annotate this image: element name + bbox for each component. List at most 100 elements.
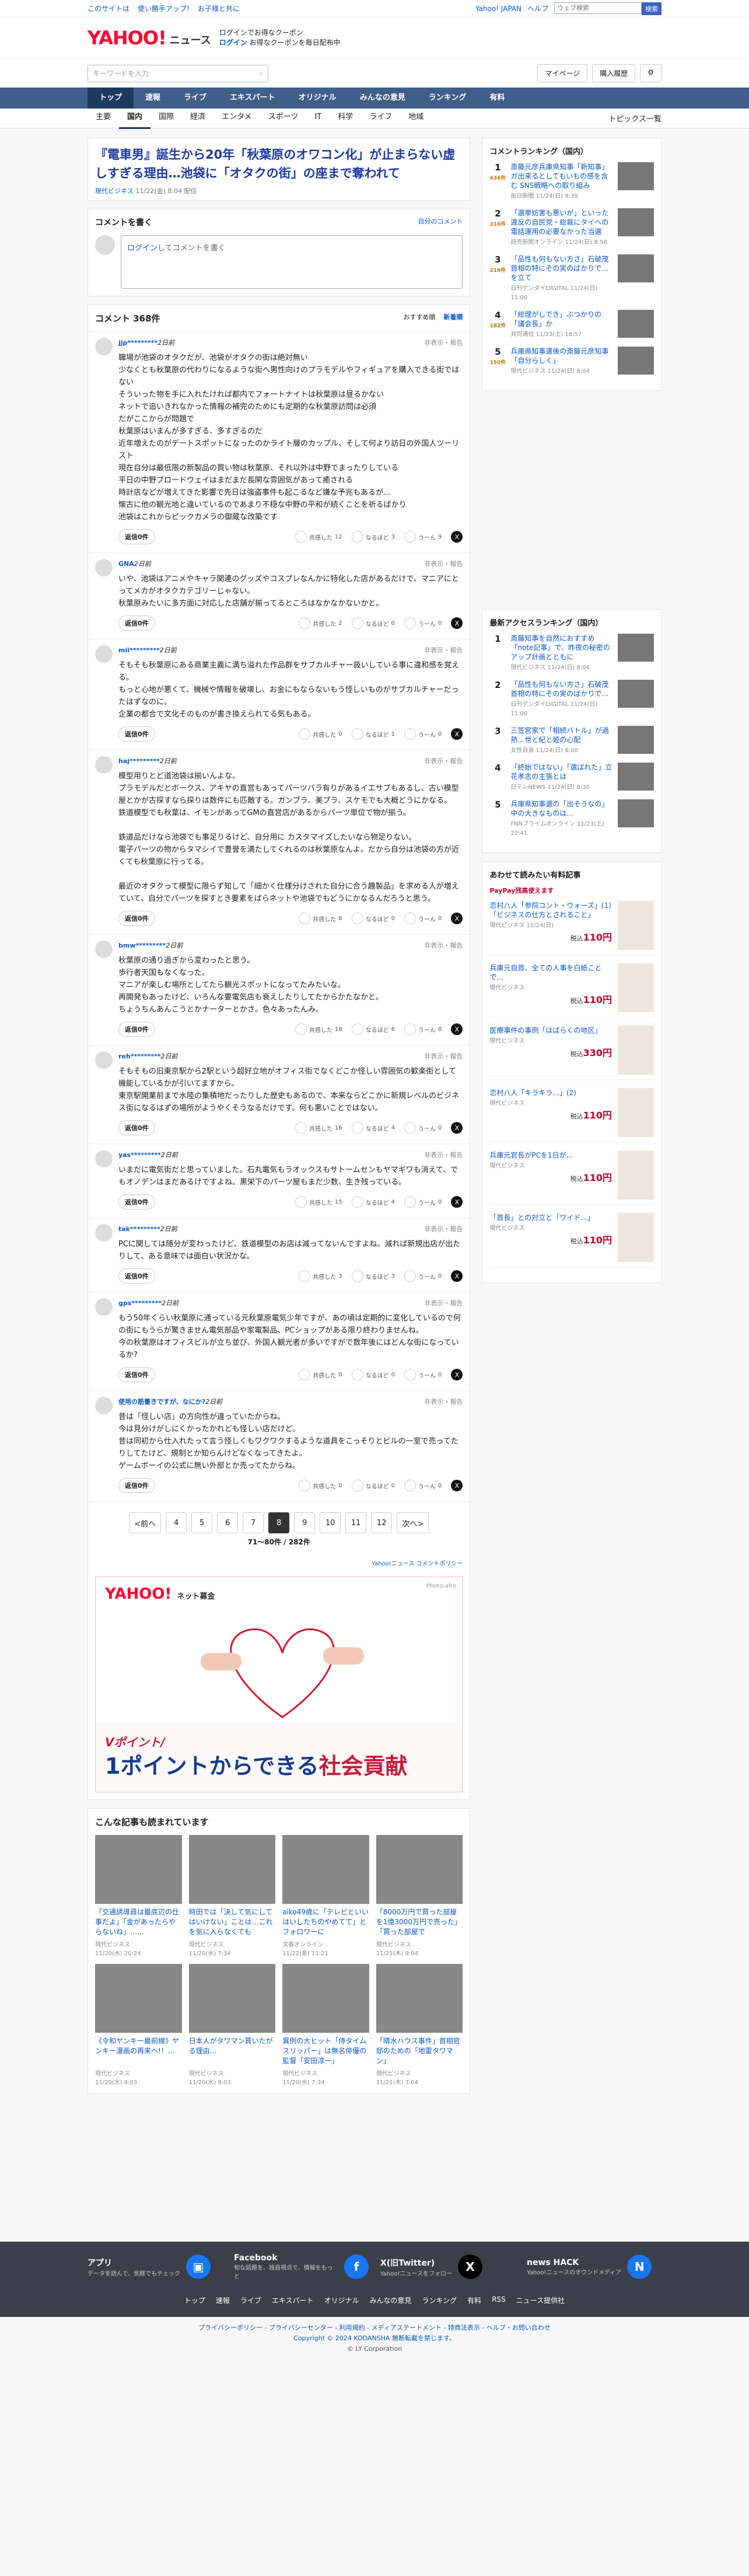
comment-user[interactable]: GNA [118, 560, 134, 568]
related-title[interactable]: 「晴水ハウス事件」首相官邸のための「地雷タワマン」 [376, 2036, 463, 2067]
paid-article-title[interactable]: 恋村八人「キラキラ...」(2) [489, 1088, 612, 1097]
reply-button[interactable]: 返信0件 [118, 1478, 155, 1493]
pager-prev[interactable]: <前へ [129, 1512, 162, 1533]
reaction-think-button[interactable]: なるほど 0 [351, 913, 395, 924]
rank-title[interactable]: 斎藤元彦兵庫県知事「新知事」ガ出来るとしてもいもの感を含む SNS戦略への取り組… [510, 162, 613, 190]
related-item[interactable]: 《令和ヤンキー最前線》ヤンキー漫画の再来へ!！… 現代ビジネス 11/20(水) 8… [95, 1964, 182, 2086]
yahoo-news-logo[interactable]: YAHOO! ニュース [88, 29, 211, 47]
topics-list-link[interactable]: トピックス一覧 [608, 113, 662, 124]
gnav-item[interactable]: みんなの意見 [348, 88, 417, 109]
web-search-input[interactable] [554, 2, 642, 14]
rank-title[interactable]: 「品性も何もない方さ」石破茂首相の特にその実のばかりで…を立て [510, 254, 613, 282]
paid-article[interactable]: 「首長」との対立と「ワイド...」 現代ビジネス 税込110円 [489, 1213, 654, 1267]
related-item[interactable]: 「交通誘導員は最底辺の仕事だよ」「金があったらやらないね」…… 現代ビジネス 11/… [95, 1835, 182, 1957]
comment-user[interactable]: jjp********* [118, 339, 158, 347]
mypage-button[interactable]: マイページ [537, 64, 588, 82]
subnav-item[interactable]: スポーツ [260, 107, 307, 129]
article-source[interactable]: 現代ビジネス [95, 187, 134, 195]
x-share-icon[interactable]: X [451, 1023, 463, 1035]
reaction-think-button[interactable]: なるほど 0 [351, 617, 395, 629]
paid-article-text[interactable]: 兵庫元自首、全ての人事を白紙ことで... 現代ビジネス 税込110円 [489, 963, 612, 1012]
reaction-think-button[interactable]: なるほど 0 [351, 1369, 395, 1380]
comment-user[interactable]: reh********* [118, 1053, 161, 1060]
reaction-ask-button[interactable]: うーん 0 [404, 1023, 442, 1035]
report-link[interactable]: 非表示・報告 [424, 645, 463, 655]
footer-nav-item[interactable]: 速報 [216, 2295, 230, 2305]
footer-app[interactable]: Facebook 旬な話題を、独自視点で、情報をもっと f [234, 2253, 369, 2280]
gear-icon[interactable]: ⚙ [640, 64, 662, 82]
pager-page[interactable]: 8 [268, 1512, 290, 1533]
related-title[interactable]: 日本人がタワマン買いたがる理由… [189, 2036, 276, 2067]
rank-title[interactable]: 三笠宮家で「相続バトル」が過熱…世と紀と姫の心配 [510, 726, 613, 745]
footer-nav-item[interactable]: トップ [184, 2295, 205, 2305]
paid-article[interactable]: 恋村八人「参院コント・ウォーズ」(1)「ビジネスの仕方とされること」 現代ビジネス… [489, 901, 654, 955]
footer-app[interactable]: news HACK Yahoo!ニュースのオウンドメディア N [527, 2253, 662, 2280]
comment-input[interactable]: ログインしてコメントを書く [121, 235, 463, 289]
rank-text[interactable]: 三笠宮家で「相続バトル」が過熱…世と紀と姫の心配 女性自身 11/24(日) 6:… [510, 726, 613, 756]
x-share-icon[interactable]: X [451, 531, 463, 543]
footer-links[interactable]: プライバシーポリシー - プライバシーセンター - 利用規約 - メディアステー… [6, 2323, 743, 2333]
report-link[interactable]: 非表示・報告 [424, 1397, 463, 1406]
reaction-support-button[interactable]: 共感した 16 [295, 1122, 342, 1134]
x-share-icon[interactable]: X [451, 617, 463, 629]
rank-text[interactable]: 「品性も何もない方さ」石破茂首相の特にその実のばかりで…を立て 日刊ゲンダイDIG… [510, 254, 613, 303]
paid-article-text[interactable]: 医療事件の事例「はばらくの地区」 現代ビジネス 税込330円 [489, 1026, 612, 1075]
footer-app[interactable]: アプリ データを読んで、気軽でもチェック ▣ [88, 2253, 222, 2280]
comment-policy-link[interactable]: Yahoo!ニュース コメントポリシー [88, 1554, 470, 1572]
footer-nav-item[interactable]: ライブ [240, 2295, 261, 2305]
rank-text[interactable]: 「終始ではない」「選ばれた」立花孝志の主張とは 日テレNEWS 11/24(日) … [510, 763, 613, 792]
report-link[interactable]: 非表示・報告 [424, 941, 463, 950]
sort-newest[interactable]: 新着順 [443, 312, 463, 324]
rank-text[interactable]: 「品性も何もない方さ」石破茂首相の特にその実のばかりで… 日刊ゲンダイDIGITA… [510, 680, 613, 719]
rank-title[interactable]: 「終始ではない」「選ばれた」立花孝志の主張とは [510, 763, 613, 781]
rank-text[interactable]: 斎藤知事を自然におすすめ「note記事」で、昨夜の秘密のアップ計画とともに 現代ビ… [510, 634, 613, 673]
reaction-think-button[interactable]: なるほど 3 [351, 531, 395, 543]
pager-page[interactable]: 12 [371, 1512, 393, 1533]
paid-article-title[interactable]: 恋村八人「参院コント・ウォーズ」(1)「ビジネスの仕方とされること」 [489, 901, 612, 920]
footer-nav-item[interactable]: RSS [492, 2295, 506, 2305]
report-link[interactable]: 非表示・報告 [424, 756, 463, 766]
reaction-support-button[interactable]: 共感した 0 [299, 728, 342, 740]
paid-article-title[interactable]: 医療事件の事例「はばらくの地区」 [489, 1026, 612, 1035]
reaction-ask-button[interactable]: うーん 0 [404, 1196, 442, 1208]
rank-title[interactable]: 兵庫県知事選の「出そうなの」中の大きなものは... [510, 799, 613, 818]
top-link[interactable]: 使い勝手アップ! [138, 4, 190, 13]
top-link[interactable]: お子様と共に [198, 4, 240, 13]
ranking-item[interactable]: 1 斎藤知事を自然におすすめ「note記事」で、昨夜の秘密のアップ計画とともに 現代… [489, 634, 654, 673]
comment-user[interactable]: gps********* [118, 1299, 162, 1307]
report-link[interactable]: 非表示・報告 [424, 1224, 463, 1233]
reaction-ask-button[interactable]: うーん 0 [404, 1480, 442, 1491]
paid-article[interactable]: 恋村八人「キラキラ...」(2) 現代ビジネス 税込110円 [489, 1088, 654, 1142]
footer-nav-item[interactable]: オリジナル [324, 2295, 359, 2305]
reaction-ask-button[interactable]: うーん 0 [404, 617, 442, 629]
rank-text[interactable]: 兵庫県知事選の「出そうなの」中の大きなものは... FNNプライムオンライン 11… [510, 799, 613, 838]
report-link[interactable]: 非表示・報告 [424, 1298, 463, 1308]
rank-text[interactable]: 斎藤元彦兵庫県知事「新知事」ガ出来るとしてもいもの感を含む SNS戦略への取り組… [510, 162, 613, 201]
reply-button[interactable]: 返信0件 [118, 1367, 155, 1382]
pager-page[interactable]: 7 [243, 1512, 264, 1533]
paid-article-text[interactable]: 恋村八人「参院コント・ウォーズ」(1)「ビジネスの仕方とされること」 現代ビジネス… [489, 901, 612, 950]
comment-user[interactable]: yas********* [118, 1151, 161, 1159]
comment-user[interactable]: bmw********* [118, 942, 166, 949]
reaction-think-button[interactable]: なるほど 4 [351, 1196, 395, 1208]
paid-article-text[interactable]: 「首長」との対立と「ワイド...」 現代ビジネス 税込110円 [489, 1213, 612, 1262]
reaction-ask-button[interactable]: うーん 9 [404, 531, 442, 543]
comment-user[interactable]: haj********* [118, 757, 160, 765]
purchase-history-button[interactable]: 購入履歴 [592, 64, 636, 82]
rank-title[interactable]: 兵庫県知事選後の斎藤元彦知事「自分らしく」 [510, 347, 613, 365]
report-link[interactable]: 非表示・報告 [424, 1051, 463, 1061]
reaction-support-button[interactable]: 共感した 0 [299, 1480, 342, 1491]
paid-article-title[interactable]: 兵庫元自首、全ての人事を白紙ことで... [489, 963, 612, 982]
ranking-item[interactable]: 2 「品性も何もない方さ」石破茂首相の特にその実のばかりで… 日刊ゲンダイDIGIT… [489, 680, 654, 719]
reaction-think-button[interactable]: なるほど 0 [351, 1480, 395, 1491]
footer-nav-item[interactable]: ニュース提供社 [516, 2295, 565, 2305]
related-item[interactable]: 「晴水ハウス事件」首相官邸のための「地雷タワマン」 現代ビジネス 11/21(木) … [376, 1964, 463, 2086]
footer-nav-item[interactable]: 有料 [467, 2295, 481, 2305]
reaction-think-button[interactable]: なるほど 6 [351, 1023, 395, 1035]
reaction-think-button[interactable]: なるほど 4 [351, 1122, 395, 1134]
footer-nav-item[interactable]: エキスパート [272, 2295, 314, 2305]
reaction-support-button[interactable]: 共感した 15 [295, 1196, 342, 1208]
login-link[interactable]: ログイン [127, 244, 158, 253]
reaction-ask-button[interactable]: うーん 0 [404, 1270, 442, 1282]
x-share-icon[interactable]: X [451, 913, 463, 924]
